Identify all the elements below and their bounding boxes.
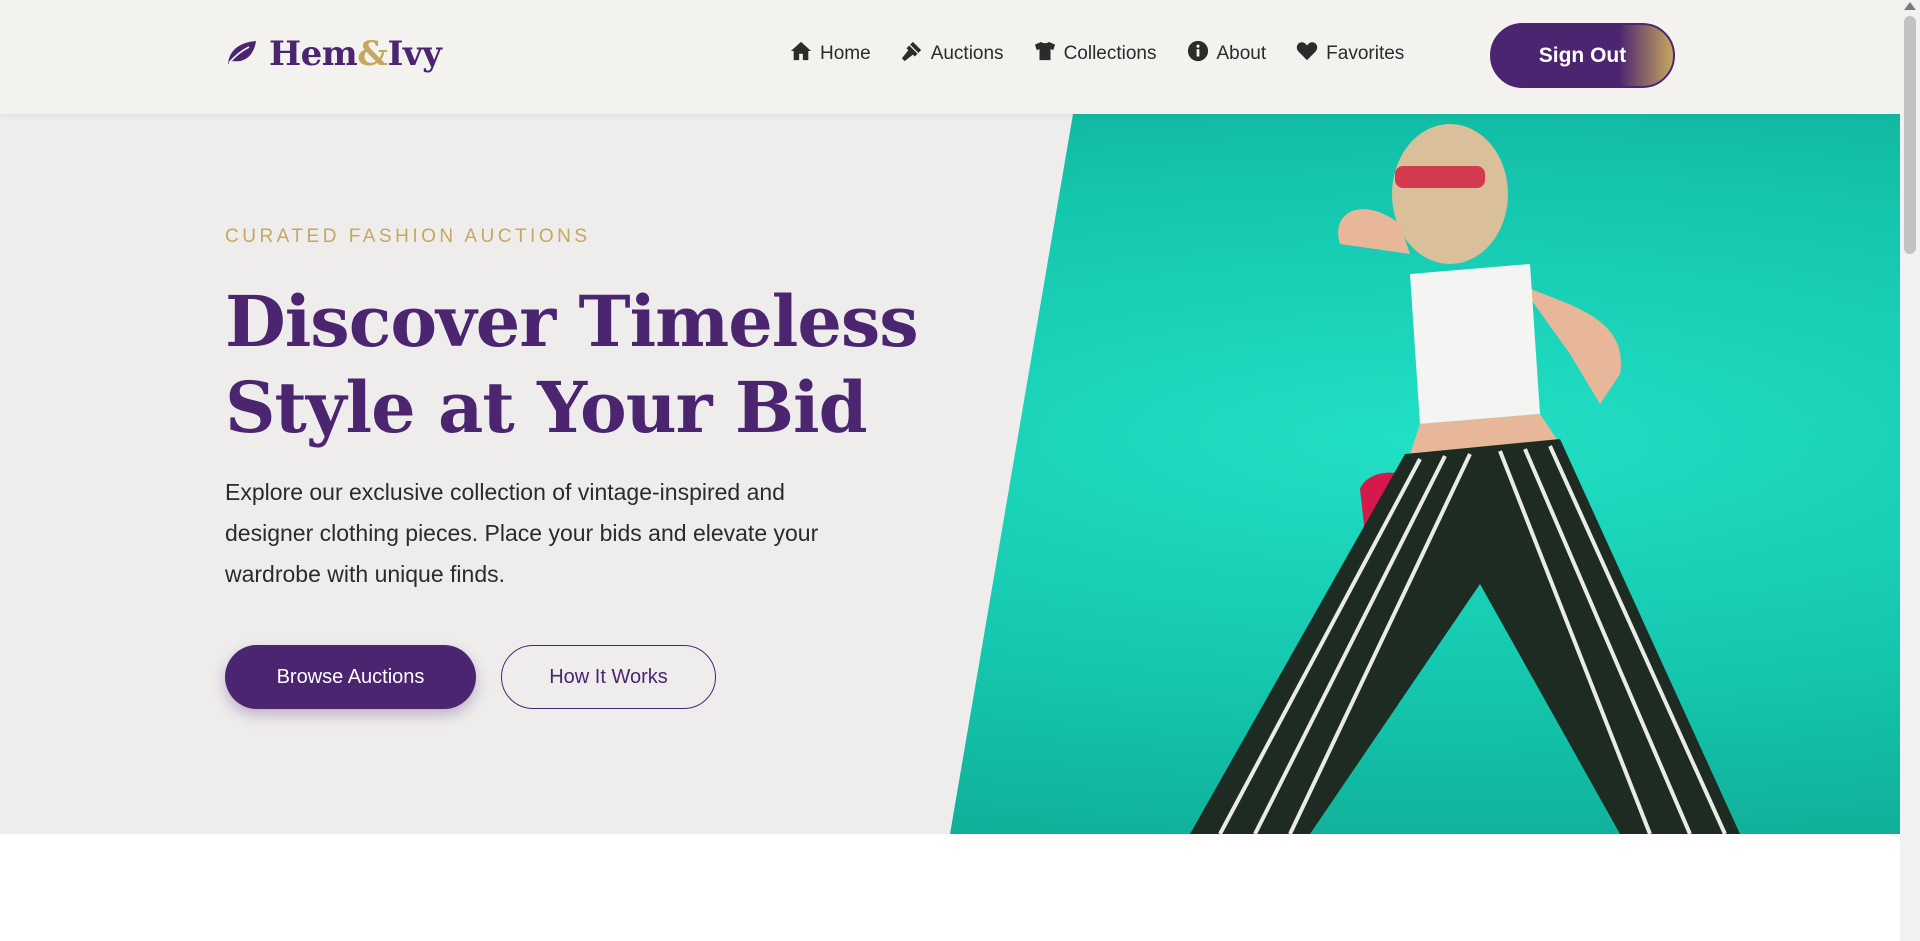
- leaf-icon: [225, 37, 259, 71]
- nav-item-home[interactable]: Home: [790, 40, 871, 68]
- nav-item-label: Collections: [1063, 43, 1157, 64]
- main-nav: Home Auctions Collections About Favorite…: [790, 40, 1404, 68]
- browse-auctions-button[interactable]: Browse Auctions: [225, 645, 476, 709]
- site-header: Hem&Ivy Home Auctions Collections About …: [0, 0, 1900, 114]
- hero-headline: Discover Timeless Style at Your Bid: [225, 280, 919, 449]
- scrollbar-thumb[interactable]: [1904, 16, 1916, 254]
- heart-icon: [1296, 40, 1318, 68]
- how-it-works-button[interactable]: How It Works: [501, 645, 716, 709]
- brand-name-part1: Hem: [269, 34, 358, 74]
- nav-item-label: Auctions: [930, 43, 1004, 64]
- info-icon: [1187, 40, 1209, 68]
- shirt-icon: [1034, 40, 1056, 68]
- brand-name-part2: Ivy: [387, 34, 442, 74]
- brand-ampersand: &: [357, 34, 388, 74]
- nav-item-about[interactable]: About: [1187, 40, 1267, 68]
- gavel-icon: [901, 40, 923, 68]
- nav-item-label: About: [1216, 43, 1267, 64]
- nav-item-auctions[interactable]: Auctions: [901, 40, 1004, 68]
- hero-subtext: Explore our exclusive collection of vint…: [225, 479, 819, 587]
- home-icon: [790, 40, 812, 68]
- nav-item-label: Home: [820, 43, 871, 64]
- nav-item-label: Favorites: [1326, 43, 1405, 64]
- hero-section: CURATED FASHION AUCTIONS Discover Timele…: [0, 114, 1900, 834]
- brand-logo[interactable]: Hem&Ivy: [225, 34, 442, 74]
- hero-eyebrow: CURATED FASHION AUCTIONS: [225, 226, 591, 247]
- nav-item-collections[interactable]: Collections: [1034, 40, 1157, 68]
- page: Hem&Ivy Home Auctions Collections About …: [0, 0, 1900, 941]
- vertical-scrollbar[interactable]: [1900, 0, 1920, 941]
- brand-name: Hem&Ivy: [269, 34, 442, 74]
- sign-out-button[interactable]: Sign Out: [1490, 23, 1675, 88]
- scroll-up-arrow-icon[interactable]: [1904, 2, 1916, 10]
- nav-item-favorites[interactable]: Favorites: [1296, 40, 1404, 68]
